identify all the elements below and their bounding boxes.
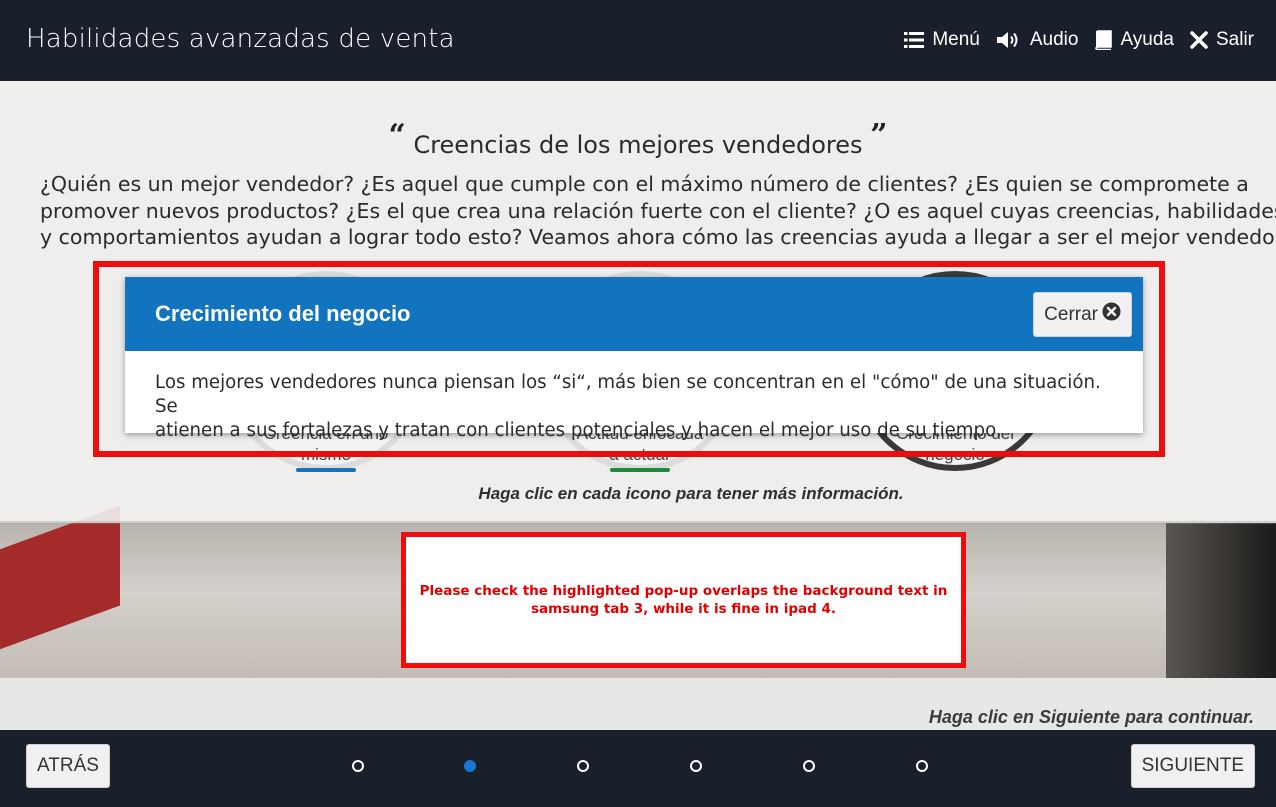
slide-heading-text: Creencias de los mejores vendedores <box>413 131 863 159</box>
help-button[interactable]: Ayuda <box>1094 29 1174 51</box>
page-dot-1[interactable] <box>352 760 364 772</box>
audio-button[interactable]: Audio <box>996 29 1079 51</box>
book-icon <box>1094 30 1113 50</box>
intro-line: y comportamientos ayudan a lograr todo e… <box>40 225 1276 249</box>
belief-circle-self-accent <box>296 468 356 472</box>
page-dot-6[interactable] <box>916 760 928 772</box>
back-button[interactable]: ATRÁS <box>26 744 110 788</box>
intro-paragraph: ¿Quién es un mejor vendedor? ¿Es aquel q… <box>40 171 1276 251</box>
help-label: Ayuda <box>1120 29 1174 50</box>
highlight-annotation-box <box>93 261 1165 457</box>
review-note-box: Please check the highlighted pop-up over… <box>401 532 966 668</box>
close-icon <box>1190 31 1208 49</box>
review-note-text: Please check the highlighted pop-up over… <box>419 583 948 617</box>
panel-edge <box>0 521 1276 524</box>
open-quote-icon: “ <box>388 118 406 153</box>
exit-label: Salir <box>1215 29 1254 50</box>
top-bar: Habilidades avanzadas de venta Menú Audi… <box>0 0 1276 81</box>
intro-line: ¿Quién es un mejor vendedor? ¿Es aquel q… <box>40 172 1249 196</box>
exit-button[interactable]: Salir <box>1190 29 1254 51</box>
belief-circle-action-accent <box>610 468 670 472</box>
page-dot-4[interactable] <box>690 760 702 772</box>
slide-stage: “ Creencias de los mejores vendedores ” … <box>0 81 1276 730</box>
page-dot-5[interactable] <box>803 760 815 772</box>
background-dark-object <box>1166 523 1276 678</box>
page-dot-2[interactable] <box>464 760 476 772</box>
speaker-icon <box>996 30 1022 50</box>
page-dot-3[interactable] <box>577 760 589 772</box>
slide-heading: “ Creencias de los mejores vendedores ” <box>0 118 1276 161</box>
list-icon <box>904 31 925 49</box>
bottom-bar: ATRÁS SIGUIENTE <box>0 730 1276 807</box>
next-button[interactable]: SIGUIENTE <box>1130 744 1255 788</box>
menu-button[interactable]: Menú <box>904 29 980 51</box>
close-quote-icon: ” <box>870 118 888 153</box>
menu-label: Menú <box>932 29 980 50</box>
intro-line: promover nuevos productos? ¿Es el que cr… <box>40 198 1276 223</box>
audio-label: Audio <box>1029 29 1079 50</box>
next-hint: Haga clic en Siguiente para continuar. <box>928 707 1254 727</box>
course-title: Habilidades avanzadas de venta <box>26 24 455 54</box>
click-icons-hint: Haga clic en cada icono para tener más i… <box>478 484 904 503</box>
top-nav: Menú Audio Ayuda Salir <box>888 29 1254 51</box>
